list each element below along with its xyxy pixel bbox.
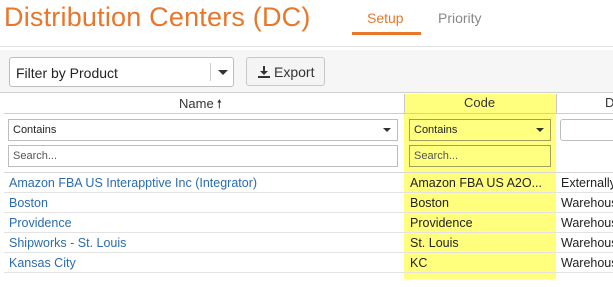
dc-name-link[interactable]: Amazon FBA US Interapptive Inc (Integrat… bbox=[9, 176, 257, 190]
dc-description: Warehouse bbox=[561, 216, 613, 230]
code-filter-condition-select[interactable]: Contains bbox=[409, 119, 551, 141]
header-divider bbox=[4, 113, 613, 114]
chevron-down-icon bbox=[536, 128, 544, 132]
code-search-input[interactable] bbox=[409, 145, 551, 167]
export-button[interactable]: Export bbox=[246, 57, 325, 86]
select-separator bbox=[210, 63, 211, 81]
name-filter-condition-select[interactable]: Contains bbox=[8, 119, 398, 141]
code-filter-condition-label: Contains bbox=[414, 124, 458, 136]
dc-name-link[interactable]: Boston bbox=[9, 196, 48, 210]
tab-bar-divider bbox=[0, 46, 613, 47]
dc-code: Boston bbox=[410, 196, 449, 210]
dc-code: KC bbox=[410, 256, 428, 270]
column-header-code[interactable]: Code bbox=[464, 95, 495, 110]
tab-setup[interactable]: Setup bbox=[367, 10, 404, 26]
dc-description: Warehouse bbox=[561, 196, 613, 210]
table-row[interactable]: Boston Boston Warehouse bbox=[4, 193, 613, 213]
column-divider[interactable] bbox=[556, 94, 557, 114]
chevron-down-icon bbox=[383, 128, 391, 132]
product-filter-label: Filter by Product bbox=[16, 65, 118, 81]
dc-description: Warehouse bbox=[561, 256, 613, 270]
table-row[interactable]: Amazon FBA US Interapptive Inc (Integrat… bbox=[4, 173, 613, 193]
column-divider[interactable] bbox=[404, 94, 405, 114]
column-header-description[interactable]: D bbox=[605, 95, 613, 110]
dc-name-link[interactable]: Providence bbox=[9, 216, 72, 230]
column-header-name-label: Name bbox=[179, 96, 214, 111]
name-search-input[interactable] bbox=[8, 145, 398, 167]
page-title: Distribution Centers (DC) bbox=[4, 2, 311, 32]
tab-priority[interactable]: Priority bbox=[438, 10, 482, 26]
dc-name-link[interactable]: Kansas City bbox=[9, 256, 76, 270]
download-icon bbox=[258, 66, 270, 78]
name-filter-condition-label: Contains bbox=[13, 124, 57, 136]
toolbar: Filter by Product Export bbox=[0, 50, 613, 93]
chevron-down-icon bbox=[218, 70, 228, 75]
dc-description: Externally bbox=[561, 176, 613, 190]
export-label: Export bbox=[274, 64, 315, 80]
table-row[interactable]: Providence Providence Warehouse bbox=[4, 213, 613, 233]
table-row[interactable]: Shipworks - St. Louis St. Louis Warehous… bbox=[4, 233, 613, 253]
dc-code: Providence bbox=[410, 216, 473, 230]
dc-name-link[interactable]: Shipworks - St. Louis bbox=[9, 236, 126, 250]
table-row[interactable]: Kansas City KC Warehouse bbox=[4, 253, 613, 273]
dc-description: Warehouse bbox=[561, 236, 613, 250]
description-filter-condition-select[interactable] bbox=[560, 119, 613, 141]
active-tab-indicator bbox=[352, 32, 421, 35]
product-filter-select[interactable]: Filter by Product bbox=[9, 57, 234, 87]
dc-code: St. Louis bbox=[410, 236, 459, 250]
dc-code: Amazon FBA US A2O... bbox=[410, 176, 543, 190]
